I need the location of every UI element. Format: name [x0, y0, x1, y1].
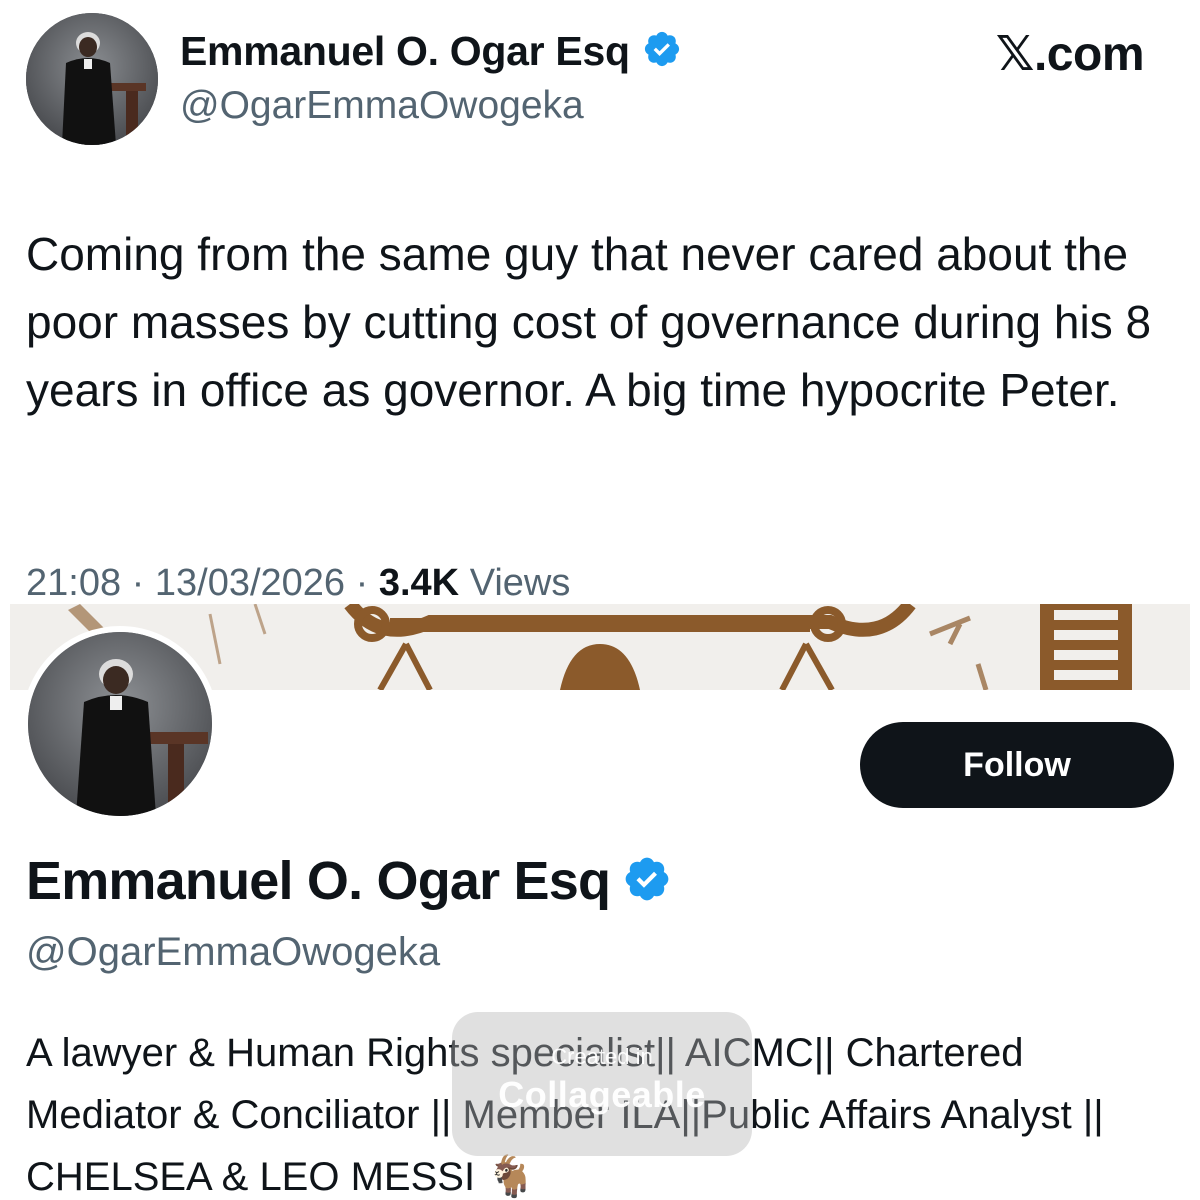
watermark-line1: Created in: [551, 1044, 653, 1069]
tweet-date[interactable]: 13/03/2026: [155, 562, 345, 604]
tweet-author-name[interactable]: Emmanuel O. Ogar Esq: [180, 28, 630, 75]
tweet-card: Emmanuel O. Ogar Esq @OgarEmmaOwogeka 𝕏.…: [0, 0, 1200, 604]
tweet-meta: 21:08 · 13/03/2026 · 3.4K Views: [26, 562, 570, 604]
x-brand-label: 𝕏.com: [995, 28, 1145, 81]
tweet-time[interactable]: 21:08: [26, 562, 121, 604]
meta-separator: ·: [131, 562, 145, 604]
tweet-text: Coming from the same guy that never care…: [26, 228, 1152, 416]
verified-badge-icon: [642, 29, 682, 74]
watermark-line2: Collageable: [498, 1074, 706, 1115]
profile-name: Emmanuel O. Ogar Esq: [26, 851, 611, 911]
collageable-watermark: Created in Collageable: [452, 1012, 752, 1156]
tweet-author-name-row: Emmanuel O. Ogar Esq: [180, 28, 682, 75]
meta-separator: ·: [355, 562, 369, 604]
tweet-views-label: Views: [469, 562, 571, 604]
tweet-views-count: 3.4K: [378, 562, 460, 604]
verified-badge-icon: [622, 854, 672, 909]
profile-name-row: Emmanuel O. Ogar Esq: [26, 850, 672, 912]
profile-avatar[interactable]: [22, 626, 218, 822]
profile-handle: @OgarEmmaOwogeka: [26, 930, 441, 974]
tweet-author-handle[interactable]: @OgarEmmaOwogeka: [180, 84, 584, 128]
follow-button[interactable]: Follow: [860, 722, 1174, 808]
tweet-author-avatar[interactable]: [26, 13, 158, 145]
